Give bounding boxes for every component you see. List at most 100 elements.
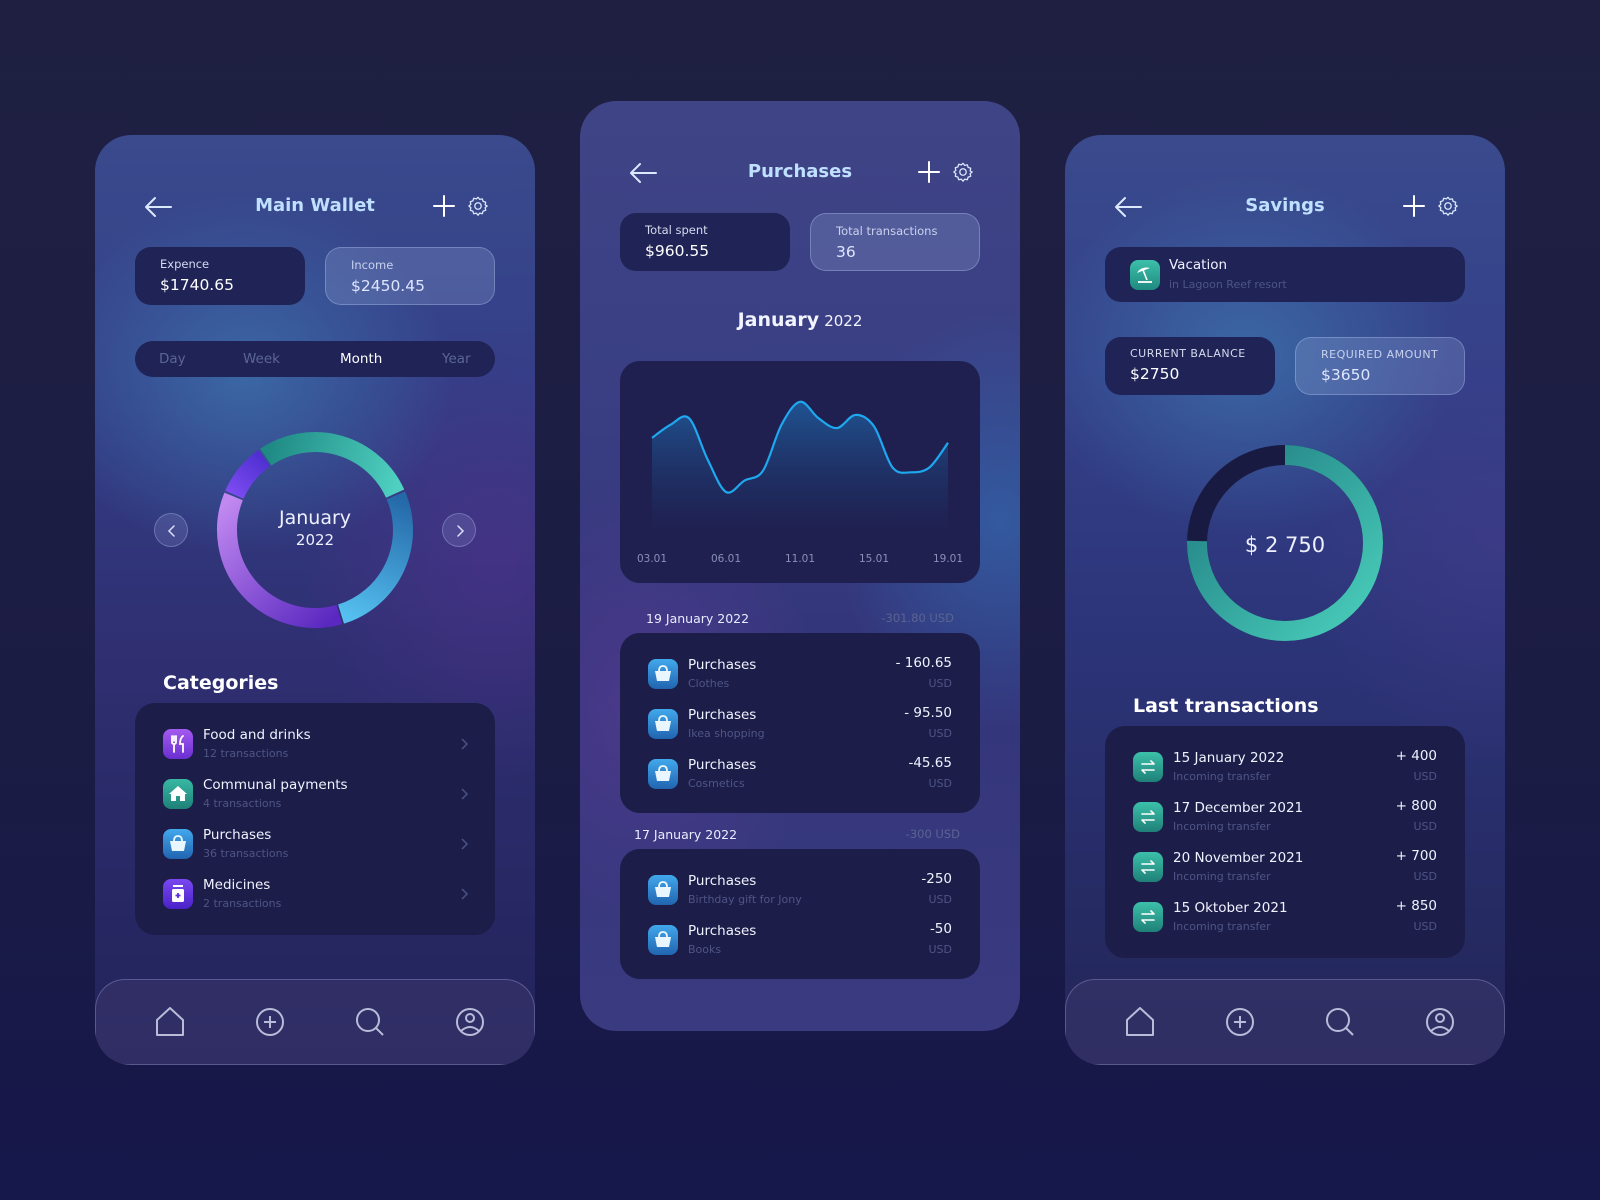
- plus-icon[interactable]: [1403, 193, 1425, 219]
- gear-icon[interactable]: [467, 194, 489, 218]
- transaction-amount: + 400: [1395, 748, 1437, 764]
- category-name: Medicines: [203, 877, 271, 893]
- category-item-purchases[interactable]: Purchases 36 transactions: [135, 825, 495, 873]
- transfer-icon: [1133, 752, 1163, 782]
- total-spent-card[interactable]: Total spent $960.55: [620, 213, 790, 271]
- savings-transaction-item[interactable]: 17 December 2021 Incoming transfer + 800…: [1105, 798, 1465, 846]
- required-amount-label: REQUIRED AMOUNT: [1321, 348, 1439, 361]
- required-amount-card[interactable]: REQUIRED AMOUNT $3650: [1295, 337, 1465, 395]
- category-item-medicines[interactable]: Medicines 2 transactions: [135, 875, 495, 923]
- transaction-note: Birthday gift for Jony: [688, 893, 802, 906]
- bottom-tab-bar: [95, 979, 535, 1065]
- search-icon[interactable]: [1323, 1005, 1357, 1039]
- period-day[interactable]: Day: [159, 351, 186, 367]
- transaction-type: Incoming transfer: [1173, 920, 1271, 933]
- plus-circle-icon[interactable]: [253, 1005, 287, 1039]
- transaction-type: Incoming transfer: [1173, 870, 1271, 883]
- beach-umbrella-icon: [1130, 260, 1160, 290]
- home-icon[interactable]: [1123, 1005, 1157, 1039]
- group-total: -301.80 USD: [881, 611, 954, 625]
- next-month-button[interactable]: [442, 513, 476, 547]
- transaction-type: Incoming transfer: [1173, 770, 1271, 783]
- user-icon[interactable]: [1423, 1005, 1457, 1039]
- x-tick-label: 19.01: [933, 553, 963, 565]
- category-item-food[interactable]: Food and drinks 12 transactions: [135, 725, 495, 773]
- savings-goal-card[interactable]: Vacation in Lagoon Reef resort: [1105, 247, 1465, 302]
- total-spent-value: $960.55: [645, 242, 710, 260]
- shopping-basket-icon: [163, 829, 193, 859]
- arrow-left-icon[interactable]: [628, 159, 658, 187]
- transaction-title: Purchases: [688, 873, 757, 889]
- home-icon[interactable]: [153, 1005, 187, 1039]
- transaction-currency: USD: [928, 777, 952, 790]
- arrow-left-icon[interactable]: [143, 193, 173, 221]
- category-count: 36 transactions: [203, 847, 289, 860]
- last-transactions-title: Last transactions: [1133, 695, 1319, 717]
- user-icon[interactable]: [453, 1005, 487, 1039]
- spending-chart-card: 03.01 06.01 11.01 15.01 19.01: [620, 361, 980, 583]
- bottom-tab-bar: [1065, 979, 1505, 1065]
- gear-icon[interactable]: [1437, 194, 1459, 218]
- chevron-right-icon: [461, 838, 469, 850]
- shopping-basket-icon: [648, 759, 678, 789]
- chevron-left-icon: [167, 525, 175, 537]
- required-amount-value: $3650: [1321, 366, 1371, 384]
- x-tick-label: 06.01: [711, 553, 741, 565]
- transfer-icon: [1133, 902, 1163, 932]
- savings-transaction-item[interactable]: 15 Oktober 2021 Incoming transfer + 850 …: [1105, 898, 1465, 946]
- category-name: Food and drinks: [203, 727, 311, 743]
- transaction-item[interactable]: Purchases Books -50 USD: [620, 921, 980, 969]
- transaction-note: Clothes: [688, 677, 730, 690]
- arrow-left-icon[interactable]: [1113, 193, 1143, 221]
- plus-circle-icon[interactable]: [1223, 1005, 1257, 1039]
- expense-label: Expence: [160, 257, 210, 271]
- transaction-item[interactable]: Purchases Birthday gift for Jony -250 US…: [620, 871, 980, 919]
- medicine-jar-icon: [163, 879, 193, 909]
- transaction-item[interactable]: Purchases Ikea shopping - 95.50 USD: [620, 705, 980, 753]
- category-item-communal[interactable]: Communal payments 4 transactions: [135, 775, 495, 823]
- transaction-note: Books: [688, 943, 722, 956]
- income-value: $2450.45: [351, 277, 425, 295]
- expense-value: $1740.65: [160, 276, 234, 294]
- chevron-right-icon: [457, 525, 465, 537]
- current-balance-label: CURRENT BALANCE: [1130, 347, 1246, 360]
- transaction-title: Purchases: [688, 707, 757, 723]
- transaction-amount: + 700: [1395, 848, 1437, 864]
- chevron-right-icon: [461, 888, 469, 900]
- gear-icon[interactable]: [952, 160, 974, 184]
- expense-card[interactable]: Expence $1740.65: [135, 247, 305, 305]
- savings-transaction-item[interactable]: 15 January 2022 Incoming transfer + 400 …: [1105, 748, 1465, 796]
- purchases-screen: Purchases Total spent $960.55 Total tran…: [580, 101, 1020, 1031]
- period-selector: Day Week Month Year: [135, 341, 495, 377]
- chart-year: 2022: [824, 312, 863, 330]
- spending-area-chart: 03.01 06.01 11.01 15.01 19.01: [637, 400, 963, 565]
- transaction-item[interactable]: Purchases Clothes - 160.65 USD: [620, 655, 980, 703]
- shopping-basket-icon: [648, 875, 678, 905]
- transaction-currency: USD: [928, 893, 952, 906]
- period-month[interactable]: Month: [340, 351, 382, 367]
- group-total: -300 USD: [905, 827, 960, 841]
- category-count: 12 transactions: [203, 747, 289, 760]
- transaction-amount: - 95.50: [904, 705, 952, 721]
- categories-list: Food and drinks 12 transactions Communal…: [135, 703, 495, 935]
- transaction-group-card: Purchases Clothes - 160.65 USD Purchases…: [620, 633, 980, 813]
- donut-segment-food-and-drinks: [225, 449, 271, 500]
- period-year[interactable]: Year: [442, 351, 471, 367]
- category-name: Communal payments: [203, 777, 348, 793]
- transactions-list: 15 January 2022 Incoming transfer + 400 …: [1105, 726, 1465, 958]
- group-date: 17 January 2022: [634, 827, 738, 842]
- transaction-amount: + 850: [1395, 898, 1437, 914]
- transaction-date: 20 November 2021: [1173, 850, 1304, 866]
- plus-icon[interactable]: [433, 193, 455, 219]
- total-transactions-card[interactable]: Total transactions 36: [810, 213, 980, 271]
- plus-icon[interactable]: [918, 159, 940, 185]
- income-card[interactable]: Income $2450.45: [325, 247, 495, 305]
- savings-transaction-item[interactable]: 20 November 2021 Incoming transfer + 700…: [1105, 848, 1465, 896]
- income-label: Income: [351, 258, 394, 272]
- transaction-item[interactable]: Purchases Cosmetics -45.65 USD: [620, 755, 980, 803]
- prev-month-button[interactable]: [154, 513, 188, 547]
- period-week[interactable]: Week: [243, 351, 280, 367]
- chart-title: January 2022: [580, 309, 1020, 331]
- current-balance-card[interactable]: CURRENT BALANCE $2750: [1105, 337, 1275, 395]
- search-icon[interactable]: [353, 1005, 387, 1039]
